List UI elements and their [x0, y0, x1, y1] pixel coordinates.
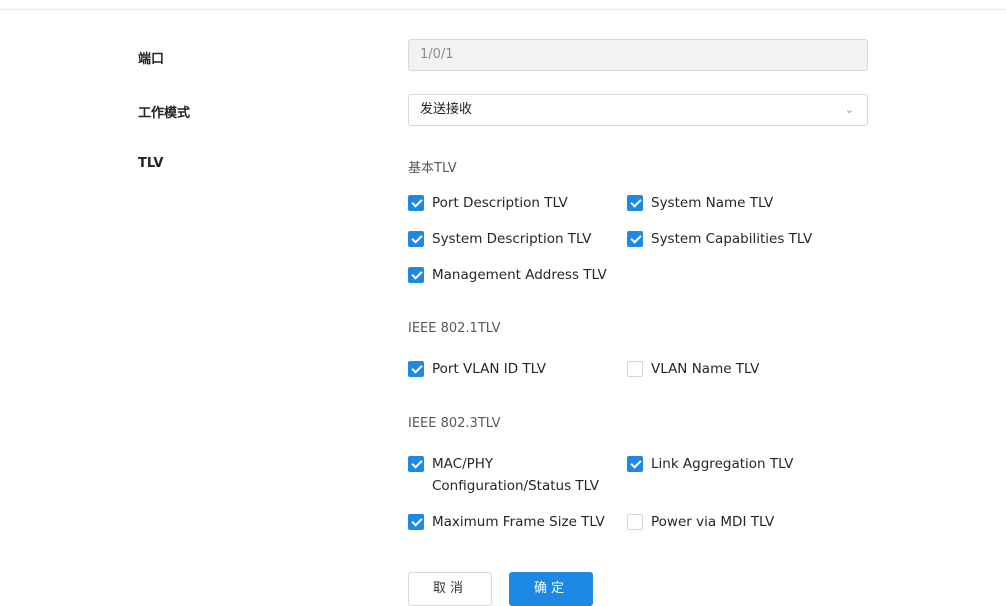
- checkbox-checked-icon[interactable]: [627, 231, 643, 247]
- checkbox-checked-icon[interactable]: [408, 195, 424, 211]
- checkbox-label: Link Aggregation TLV: [651, 456, 794, 472]
- chevron-down-icon: ⌄: [844, 103, 854, 116]
- checkbox-checked-icon[interactable]: [627, 456, 643, 472]
- confirm-button[interactable]: 确定: [509, 572, 593, 606]
- ieee8021-tlv-title: IEEE 802.1TLV: [408, 321, 501, 336]
- work-mode-value: 发送接收: [420, 102, 473, 117]
- checkbox-checked-icon[interactable]: [627, 195, 643, 211]
- checkbox-label: Management Address TLV: [432, 267, 607, 283]
- port-field: 1/0/1: [408, 39, 868, 71]
- cancel-button[interactable]: 取消: [408, 572, 492, 606]
- ieee8023-tlv-title: IEEE 802.3TLV: [408, 416, 501, 431]
- checkbox-label: Port Description TLV: [432, 195, 568, 211]
- checkbox-checked-icon[interactable]: [408, 514, 424, 530]
- checkbox-label: Port VLAN ID TLV: [432, 361, 546, 377]
- work-mode-select[interactable]: 发送接收 ⌄: [408, 94, 868, 126]
- port-label: 端口: [138, 52, 165, 67]
- checkbox-checked-icon[interactable]: [408, 361, 424, 377]
- work-mode-label: 工作模式: [138, 106, 191, 121]
- checkbox-label: MAC/PHY Configuration/Status TLV: [432, 456, 599, 494]
- top-divider: [0, 9, 1006, 10]
- basic-tlv-title: 基本TLV: [408, 161, 457, 176]
- checkbox-unchecked-icon[interactable]: [627, 514, 643, 530]
- checkbox-checked-icon[interactable]: [408, 231, 424, 247]
- checkbox-checked-icon[interactable]: [408, 267, 424, 283]
- checkbox-label: VLAN Name TLV: [651, 361, 760, 377]
- checkbox-label: Maximum Frame Size TLV: [432, 514, 605, 530]
- checkbox-checked-icon[interactable]: [408, 456, 424, 472]
- checkbox-label: System Capabilities TLV: [651, 231, 813, 247]
- checkbox-label: System Description TLV: [432, 231, 592, 247]
- tlv-label: TLV: [138, 156, 164, 171]
- checkbox-unchecked-icon[interactable]: [627, 361, 643, 377]
- checkbox-label: System Name TLV: [651, 195, 774, 211]
- checkbox-label: Power via MDI TLV: [651, 514, 775, 530]
